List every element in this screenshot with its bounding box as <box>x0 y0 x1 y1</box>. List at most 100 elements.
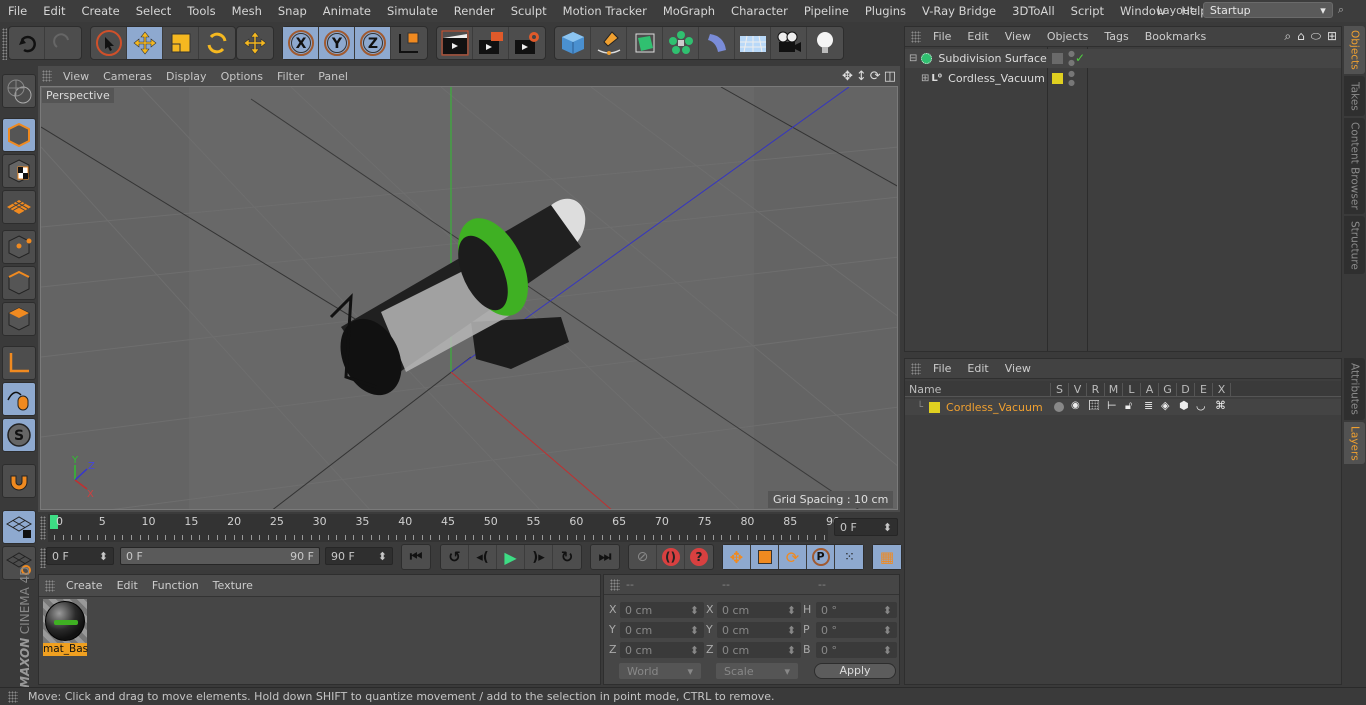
size-x-field[interactable]: 0 cm ⬍ <box>717 602 801 618</box>
next-frame-button[interactable]: )▸ <box>525 545 553 569</box>
search-icon[interactable]: ⌕ <box>1338 3 1344 17</box>
key-pla-button[interactable]: ⁙ <box>835 545 863 569</box>
viewport-menu-panel[interactable]: Panel <box>311 70 355 83</box>
size-y-field[interactable]: 0 cm ⬍ <box>717 622 801 638</box>
object-menu-bookmarks[interactable]: Bookmarks <box>1137 30 1214 43</box>
scale-tool-button[interactable] <box>163 27 199 59</box>
current-frame-field[interactable]: 0 F ⬍ <box>834 518 898 536</box>
stepper-icon[interactable]: ⬍ <box>690 604 699 617</box>
axis-mode-button[interactable] <box>2 346 36 380</box>
position-y-field[interactable]: 0 cm ⬍ <box>620 622 704 638</box>
last-tool-button[interactable] <box>237 27 273 59</box>
object-menu-file[interactable]: File <box>925 30 959 43</box>
layer-menu-file[interactable]: File <box>925 362 959 375</box>
enabled-check-icon[interactable]: ✓ <box>1075 51 1085 65</box>
stepper-icon[interactable]: ⬍ <box>787 604 796 617</box>
undo-button[interactable] <box>9 27 45 59</box>
menu-pipeline[interactable]: Pipeline <box>796 4 857 18</box>
menu-file[interactable]: File <box>0 4 35 18</box>
model-mode-button[interactable] <box>2 118 36 152</box>
tab-attributes[interactable]: Attributes <box>1344 358 1365 420</box>
edges-mode-button[interactable] <box>2 266 36 300</box>
3d-viewport[interactable]: Y Z X <box>40 86 898 510</box>
add-deformer-button[interactable] <box>699 27 735 59</box>
col-visible[interactable]: V <box>1069 383 1087 397</box>
object-grip[interactable] <box>911 30 921 43</box>
live-selection-button[interactable] <box>91 27 127 59</box>
stepper-icon[interactable]: ⬍ <box>883 521 892 534</box>
size-mode-dropdown[interactable]: Scale ▾ <box>716 663 798 679</box>
expressions-icon[interactable]: ◡ <box>1196 399 1206 412</box>
menu-render[interactable]: Render <box>446 4 503 18</box>
make-editable-button[interactable] <box>2 74 36 108</box>
col-locked[interactable]: L <box>1123 383 1141 397</box>
object-row[interactable]: ⊟ Subdivision Surface ● ● ✓ <box>905 49 1341 68</box>
object-menu-view[interactable]: View <box>997 30 1039 43</box>
deformers-icon[interactable]: ⬢ <box>1179 399 1189 412</box>
tab-content-browser[interactable]: Content Browser <box>1344 118 1365 214</box>
end-frame-field[interactable]: 90 F ⬍ <box>325 547 393 565</box>
menu-3dtoall[interactable]: 3DToAll <box>1004 4 1063 18</box>
generators-icon[interactable]: ◈ <box>1161 399 1169 412</box>
polygons-mode-button[interactable] <box>2 302 36 336</box>
add-camera-button[interactable] <box>771 27 807 59</box>
add-light-button[interactable] <box>807 27 843 59</box>
viewport-menu-filter[interactable]: Filter <box>270 70 311 83</box>
new-window-icon[interactable]: ⊞ <box>1327 29 1337 44</box>
timeline-window-button[interactable]: ▦ <box>873 545 901 569</box>
material-menu-function[interactable]: Function <box>145 579 206 592</box>
manager-hierarchy-icon[interactable]: ⊢ <box>1107 399 1117 412</box>
keyframe-selection-button[interactable]: ? <box>685 545 713 569</box>
add-cloner-button[interactable] <box>663 27 699 59</box>
layer-menu-view[interactable]: View <box>997 362 1039 375</box>
render-clapper-icon[interactable]: ▦ <box>1089 399 1100 410</box>
play-button[interactable]: ▶ <box>497 545 525 569</box>
move-tool-button[interactable] <box>127 27 163 59</box>
size-z-field[interactable]: 0 cm ⬍ <box>717 642 801 658</box>
col-expressions[interactable]: E <box>1195 383 1213 397</box>
menu-script[interactable]: Script <box>1063 4 1112 18</box>
pan-icon[interactable]: ✥ <box>842 69 853 84</box>
stepper-icon[interactable]: ⬍ <box>99 550 108 563</box>
coordinate-space-dropdown[interactable]: World ▾ <box>619 663 701 679</box>
rotate-tool-button[interactable] <box>199 27 235 59</box>
rotation-h-field[interactable]: 0 ° ⬍ <box>816 602 897 618</box>
viewport-grip[interactable] <box>42 70 52 82</box>
layer-name[interactable]: Cordless_Vacuum <box>946 401 1043 414</box>
stepper-icon[interactable]: ⬍ <box>378 550 387 563</box>
stepper-icon[interactable]: ⬍ <box>690 644 699 657</box>
timeline-ruler[interactable]: 0 5 10 15 20 25 30 35 40 45 50 55 60 65 70 75 80 85 90 <box>48 514 840 542</box>
layer-color-swatch[interactable] <box>929 401 941 413</box>
coordinates-grip[interactable] <box>610 578 620 591</box>
x-axis-button[interactable]: X <box>283 27 319 59</box>
stepper-icon[interactable]: ⬍ <box>787 624 796 637</box>
redo-button[interactable] <box>45 27 81 59</box>
tab-structure[interactable]: Structure <box>1344 216 1365 274</box>
timeline-grip[interactable] <box>40 516 46 540</box>
render-to-picture-viewer-button[interactable] <box>473 27 509 59</box>
menu-create[interactable]: Create <box>74 4 128 18</box>
stepper-icon[interactable]: ⬍ <box>787 644 796 657</box>
points-mode-button[interactable] <box>2 230 36 264</box>
render-view-button[interactable] <box>437 27 473 59</box>
layer-color-swatch[interactable] <box>1052 73 1063 84</box>
material-item[interactable]: mat_Bas <box>43 599 88 656</box>
col-name[interactable]: Name <box>909 383 1051 397</box>
toolbar-grip[interactable] <box>2 28 7 60</box>
viewport-menu-display[interactable]: Display <box>159 70 214 83</box>
status-grip[interactable] <box>8 690 18 703</box>
layer-row[interactable]: └ Cordless_Vacuum ◉ ▦ ⊢ 🔓︎ ≣ ◈ ⬢ ◡ ⌘ <box>905 399 1341 415</box>
add-cube-button[interactable] <box>555 27 591 59</box>
orbit-icon[interactable]: ⟳ <box>870 69 881 84</box>
menu-tools[interactable]: Tools <box>179 4 223 18</box>
object-row[interactable]: ⊞ L⁰ Cordless_Vacuum ● ● <box>905 69 1341 88</box>
menu-simulate[interactable]: Simulate <box>379 4 446 18</box>
object-menu-objects[interactable]: Objects <box>1039 30 1097 43</box>
maximize-view-icon[interactable]: ◫ <box>884 69 896 84</box>
unlocked-icon[interactable]: 🔓︎ <box>1125 399 1132 413</box>
menu-edit[interactable]: Edit <box>35 4 73 18</box>
menu-sculpt[interactable]: Sculpt <box>503 4 555 18</box>
hide-icon[interactable]: ⬭ <box>1311 29 1321 44</box>
solo-button[interactable]: S <box>2 418 36 452</box>
col-generators[interactable]: G <box>1159 383 1177 397</box>
